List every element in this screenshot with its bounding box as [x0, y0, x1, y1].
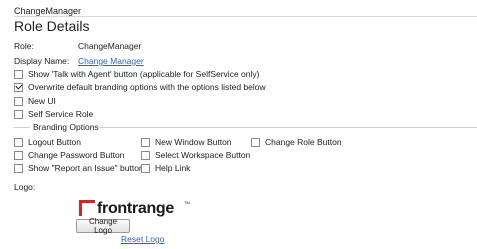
branding-change-password-button[interactable]: Change Password Button: [14, 150, 124, 160]
report-issue-checkbox[interactable]: [14, 163, 23, 173]
role-label: Role:: [14, 41, 34, 51]
branding-label: Change Role Button: [265, 137, 342, 147]
select-workspace-checkbox[interactable]: [141, 150, 150, 160]
branding-report-issue-button[interactable]: Show "Report an Issue" button: [14, 163, 144, 173]
change-password-checkbox[interactable]: [14, 150, 23, 160]
logo-trademark: TM: [184, 200, 190, 205]
role-value: ChangeManager: [78, 41, 142, 51]
app-name: ChangeManager: [14, 6, 82, 16]
logo-label: Logo:: [14, 182, 36, 192]
logout-button-checkbox[interactable]: [14, 137, 23, 147]
branding-label: Logout Button: [28, 137, 81, 147]
option-label: Self Service Role: [28, 109, 94, 119]
reset-logo-link[interactable]: Reset Logo: [121, 234, 164, 244]
option-label: New UI: [28, 96, 56, 106]
option-self-service-role[interactable]: Self Service Role: [14, 109, 93, 119]
logo-wordmark: frontrange: [97, 200, 174, 217]
display-name-link[interactable]: Change Manager: [78, 56, 144, 66]
help-link-checkbox[interactable]: [141, 163, 150, 173]
change-logo-button[interactable]: Change Logo: [76, 217, 130, 235]
display-name-label: Display Name:: [14, 56, 70, 66]
frontrange-logo: frontrange TM: [78, 196, 196, 218]
option-overwrite-branding[interactable]: Overwrite default branding options with …: [14, 82, 266, 92]
self-service-role-checkbox[interactable]: [14, 109, 23, 119]
branding-label: Show "Report an Issue" button: [28, 163, 144, 173]
option-talk-with-agent[interactable]: Show 'Talk with Agent' button (applicabl…: [14, 69, 259, 79]
change-role-checkbox[interactable]: [251, 137, 260, 147]
new-ui-checkbox[interactable]: [14, 96, 23, 106]
branding-change-role-button[interactable]: Change Role Button: [251, 137, 342, 147]
logo-corner-mark: [79, 200, 95, 216]
branding-label: Change Password Button: [28, 150, 125, 160]
branding-label: Select Workspace Button: [155, 150, 251, 160]
overwrite-branding-checkbox[interactable]: [14, 82, 23, 92]
branding-label: Help Link: [155, 163, 191, 173]
branding-rule-right: [99, 127, 477, 128]
branding-help-link[interactable]: Help Link: [141, 163, 190, 173]
option-new-ui[interactable]: New UI: [14, 96, 56, 106]
page-title: Role Details: [14, 18, 90, 34]
branding-legend: Branding Options: [33, 122, 99, 132]
option-label: Show 'Talk with Agent' button (applicabl…: [28, 69, 260, 79]
option-label: Overwrite default branding options with …: [28, 82, 266, 92]
branding-label: New Window Button: [155, 137, 232, 147]
branding-new-window-button[interactable]: New Window Button: [141, 137, 232, 147]
branding-logout-button[interactable]: Logout Button: [14, 137, 81, 147]
new-window-checkbox[interactable]: [141, 137, 150, 147]
talk-with-agent-checkbox[interactable]: [14, 69, 23, 79]
title-divider: [14, 16, 477, 17]
branding-select-workspace-button[interactable]: Select Workspace Button: [141, 150, 250, 160]
branding-rule-left: [14, 127, 30, 128]
frontrange-logo-graphic: frontrange TM: [79, 200, 190, 217]
